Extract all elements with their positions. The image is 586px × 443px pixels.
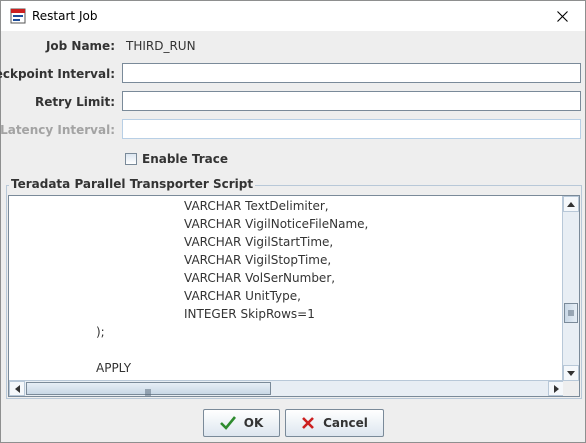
enable-trace-label: Enable Trace (142, 152, 228, 166)
script-line: VARCHAR VolSerNumber, (184, 271, 336, 285)
title-bar: Restart Job (1, 1, 585, 31)
restart-job-icon (10, 8, 26, 24)
vertical-scroll-thumb[interactable] (564, 303, 578, 323)
grip-icon (145, 389, 151, 396)
script-group-title: Teradata Parallel Transporter Script (9, 177, 256, 191)
horizontal-scroll-thumb[interactable] (26, 382, 271, 396)
window-title: Restart Job (32, 9, 98, 23)
script-line: VARCHAR VigilNoticeFileName, (184, 217, 369, 231)
script-line: INTEGER SkipRows=1 (184, 307, 315, 321)
latency-interval-label: Latency Interval: (0, 123, 115, 137)
script-line: VARCHAR VigilStopTime, (184, 253, 332, 267)
script-line: VARCHAR VigilStartTime, (184, 235, 334, 249)
cancel-button-label: Cancel (323, 416, 368, 430)
cancel-button[interactable]: Cancel (285, 409, 384, 437)
ok-button[interactable]: OK (203, 409, 280, 437)
script-content: VARCHAR TextDelimiter, VARCHAR VigilNoti… (9, 196, 564, 383)
scroll-down-button[interactable] (563, 365, 579, 381)
scrollbar-corner (563, 381, 579, 396)
checkpoint-interval-label: Checkpoint Interval: (0, 67, 115, 81)
script-text-area[interactable]: VARCHAR TextDelimiter, VARCHAR VigilNoti… (8, 195, 580, 397)
job-name-label: Job Name: (45, 39, 115, 53)
arrow-left-icon (14, 384, 20, 393)
ok-button-label: OK (243, 416, 264, 430)
scroll-up-button[interactable] (563, 196, 579, 212)
script-line: VARCHAR TextDelimiter, (184, 199, 329, 213)
job-name-field: THIRD_RUN (122, 36, 581, 56)
horizontal-scrollbar[interactable] (9, 380, 564, 396)
retry-limit-label: Retry Limit: (35, 95, 115, 109)
script-line: APPLY (96, 361, 132, 375)
arrow-right-icon (553, 384, 559, 393)
script-line: VARCHAR UnitType, (184, 289, 301, 303)
enable-trace-option[interactable]: Enable Trace (125, 152, 228, 166)
grip-icon (568, 310, 574, 316)
arrow-up-icon (567, 201, 575, 207)
vertical-scrollbar[interactable] (562, 196, 579, 381)
x-mark-icon (302, 417, 315, 429)
scroll-left-button[interactable] (9, 381, 25, 396)
latency-interval-field (122, 119, 581, 139)
restart-job-dialog: Restart Job Job Name: THIRD_RUN Checkpoi… (0, 0, 586, 443)
checkmark-icon (219, 416, 236, 430)
checkpoint-interval-field[interactable] (122, 63, 581, 83)
enable-trace-checkbox[interactable] (125, 153, 137, 165)
retry-limit-field[interactable] (122, 91, 581, 111)
close-button[interactable] (539, 1, 585, 31)
scroll-right-button[interactable] (548, 381, 564, 396)
close-icon (556, 10, 568, 22)
script-line: ); (96, 325, 105, 339)
arrow-down-icon (567, 370, 575, 376)
